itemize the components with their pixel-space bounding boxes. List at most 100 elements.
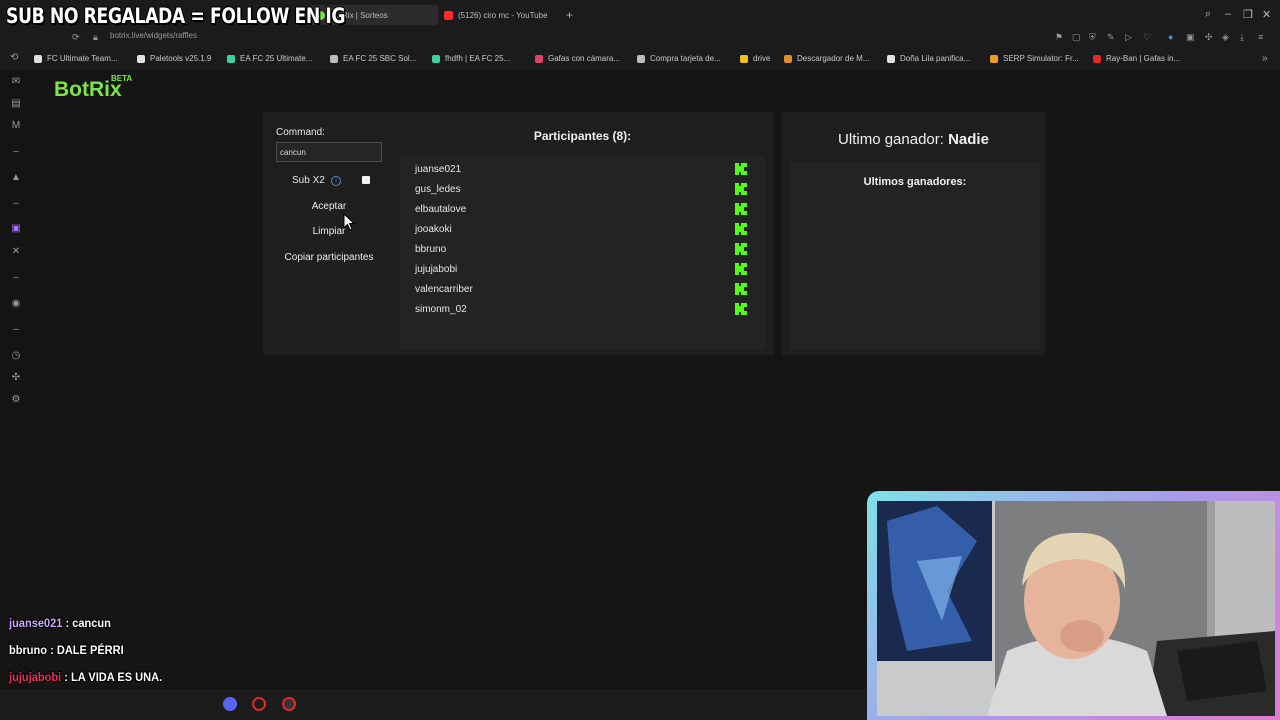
bookmark-favicon-icon <box>637 54 645 63</box>
menu-icon[interactable]: ≡ <box>1258 32 1263 42</box>
bookmark-label: fhdfh | EA FC 25... <box>445 54 511 63</box>
bookmark-favicon-icon <box>535 54 543 63</box>
bookmark-label: Ray-Ban | Gafas in... <box>1106 54 1181 63</box>
chat-separator: : <box>47 643 57 657</box>
more-bookmarks-icon[interactable]: » <box>1262 53 1268 64</box>
bookmark-label: Gafas con cámara... <box>548 54 621 63</box>
info-icon[interactable]: i <box>331 176 341 186</box>
arc-icon[interactable]: ▲ <box>10 172 22 183</box>
participant-name: elbautalove <box>415 204 467 215</box>
download-icon[interactable]: ⤓ <box>1240 32 1244 43</box>
kick-icon <box>735 283 747 295</box>
kick-icon <box>735 223 747 235</box>
bookmark-favicon-icon <box>227 54 235 63</box>
chat-separator: : <box>62 616 73 630</box>
sub-multiplier-label: Sub X2 <box>292 175 325 186</box>
bookmark-label: Doña Lila panifica... <box>900 54 971 63</box>
search-tabs-icon[interactable]: ⌕ <box>1205 8 1211 21</box>
participant-row: bbruno <box>415 241 755 261</box>
wallet-icon[interactable]: ◈ <box>1222 32 1229 43</box>
shield-icon[interactable]: ⛨ <box>1089 32 1096 43</box>
url-field[interactable]: botrix.live/widgets/raffles <box>110 31 197 40</box>
bookmark-item[interactable]: EA FC 25 SBC Sol... <box>330 54 416 63</box>
x-icon[interactable]: ✕ <box>10 246 22 257</box>
bookmark-item[interactable]: Gafas con cámara... <box>535 54 620 63</box>
taskbar <box>0 689 868 720</box>
bookmark-favicon-icon <box>784 54 792 63</box>
bookmark-favicon-icon <box>1093 54 1101 63</box>
chat-text: cancun <box>72 616 111 630</box>
play-icon[interactable]: ▷ <box>1125 32 1132 43</box>
winners-list <box>790 162 1040 350</box>
extension-icon[interactable]: ▣ <box>1186 32 1195 43</box>
kick-icon <box>735 203 747 215</box>
bookmark-item[interactable]: drive <box>740 54 770 63</box>
history-icon[interactable]: ◷ <box>10 350 22 361</box>
bookmark-item[interactable]: Compra tarjeta de... <box>637 54 721 63</box>
participant-name: simonm_02 <box>415 304 467 315</box>
participant-name: valencarriber <box>415 284 473 295</box>
bookmark-item[interactable]: EA FC 25 Ultimate... <box>227 54 312 63</box>
maximize-icon[interactable]: ❐ <box>1243 8 1253 21</box>
bookmark-item[interactable]: Ray-Ban | Gafas in... <box>1093 54 1180 63</box>
stream-banner: SUB NO REGALADA = FOLLOW EN IG <box>6 4 346 28</box>
settings-gear-icon[interactable]: ⚙ <box>10 394 22 405</box>
bookmark-favicon-icon <box>137 54 145 63</box>
command-input[interactable] <box>276 142 382 162</box>
participant-row: elbautalove <box>415 201 755 221</box>
close-window-icon[interactable]: ✕ <box>1262 8 1271 21</box>
bookmark-item[interactable]: FC Ultimate Team... <box>34 54 118 63</box>
bookmark-item[interactable]: Descargador de M... <box>784 54 869 63</box>
extension-icon[interactable]: ● <box>1168 32 1173 42</box>
mail-icon[interactable]: M <box>10 120 22 131</box>
participant-name: jujujabobi <box>415 264 458 275</box>
clear-button[interactable]: Limpiar <box>276 220 382 242</box>
news-icon[interactable]: ▤ <box>10 98 22 109</box>
puzzle-icon[interactable]: ✣ <box>1205 32 1213 43</box>
tab-youtube[interactable]: (5126) ciro mc - YouTube <box>438 5 566 25</box>
chat-text: LA VIDA ES UNA. <box>70 670 163 684</box>
twitch-icon[interactable]: ▣ <box>10 223 22 234</box>
bookmark-favicon-icon <box>887 54 895 63</box>
bookmark-item[interactable]: fhdfh | EA FC 25... <box>432 54 510 63</box>
bookmark-label: SERP Simulator: Fr... <box>1003 54 1079 63</box>
youtube-favicon-icon <box>444 10 453 20</box>
bookmark-label: EA FC 25 SBC Sol... <box>343 54 417 63</box>
chat-separator: : <box>61 670 71 684</box>
bookmark-label: Paletools v25.1.9 <box>150 54 212 63</box>
opera-icon[interactable] <box>252 697 266 711</box>
separator-icon: – <box>13 324 19 335</box>
back-icon[interactable]: ⟲ <box>10 52 18 63</box>
last-winner-heading: Ultimo ganador: Nadie <box>782 131 1045 148</box>
copy-participants-button[interactable]: Copiar participantes <box>276 246 382 268</box>
separator-icon: – <box>13 146 19 157</box>
sub-multiplier-checkbox[interactable] <box>362 176 370 184</box>
chat-message: juanse021 : cancun <box>9 616 111 630</box>
reload-icon[interactable]: ⟳ <box>72 32 80 43</box>
kick-icon <box>735 263 747 275</box>
player-icon[interactable]: ◉ <box>10 298 22 309</box>
screenshot-icon[interactable]: ▢ <box>1072 32 1081 43</box>
new-tab-icon[interactable]: + <box>566 8 573 22</box>
heart-icon[interactable]: ♡ <box>1143 32 1151 43</box>
bookmark-label: FC Ultimate Team... <box>47 54 118 63</box>
messenger-icon[interactable]: ✉ <box>10 76 22 87</box>
obs-icon[interactable] <box>282 697 296 711</box>
winners-title: Ultimos ganadores: <box>863 176 967 188</box>
bookmark-favicon-icon <box>432 54 440 63</box>
beta-badge: BETA <box>111 74 133 83</box>
participant-row: valencarriber <box>415 281 755 301</box>
bookmark-item[interactable]: Paletools v25.1.9 <box>137 54 211 63</box>
webcam-image <box>877 501 1275 716</box>
kick-icon <box>735 163 747 175</box>
participant-row: juanse021 <box>415 161 755 181</box>
discord-icon[interactable] <box>223 697 237 711</box>
extensions-icon[interactable]: ✣ <box>10 372 22 383</box>
minimize-icon[interactable]: – <box>1225 8 1231 20</box>
participant-name: gus_ledes <box>415 184 461 195</box>
translate-icon[interactable]: ✎ <box>1107 32 1115 43</box>
bookmark-icon[interactable]: ⚑ <box>1055 32 1063 43</box>
accept-button[interactable]: Aceptar <box>276 195 382 217</box>
bookmark-item[interactable]: SERP Simulator: Fr... <box>990 54 1079 63</box>
bookmark-item[interactable]: Doña Lila panifica... <box>887 54 970 63</box>
